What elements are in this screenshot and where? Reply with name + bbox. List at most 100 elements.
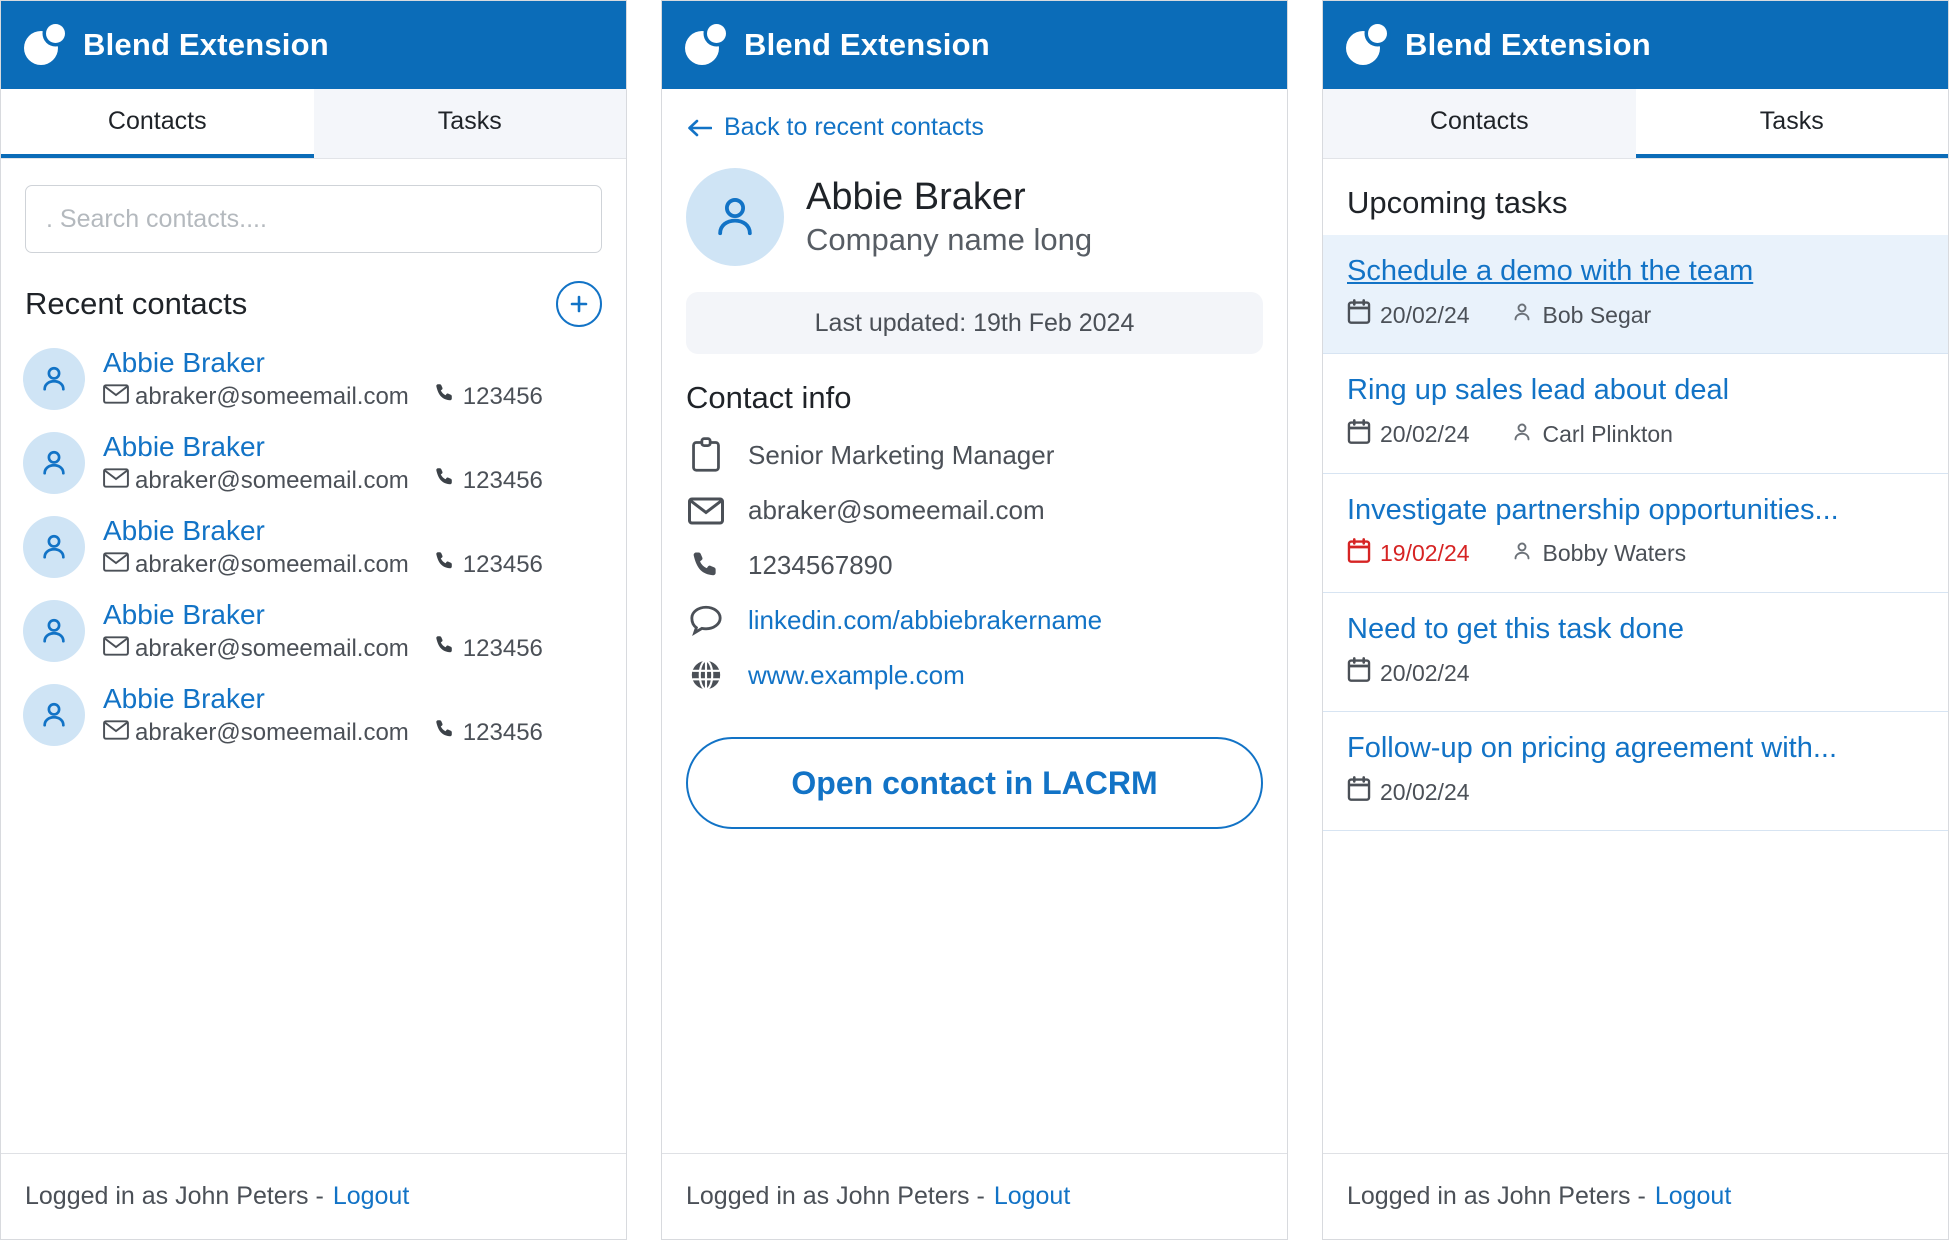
task-assignee-value: Bob Segar [1542,301,1652,328]
task-due-date: 20/02/24 [1347,776,1470,808]
contact-name[interactable]: Abbie Braker [103,514,543,547]
footer-contacts: Logged in as John Peters - Logout [1,1153,626,1239]
task-row[interactable]: Follow-up on pricing agreement with... 20… [1323,712,1948,832]
contact-info-value: linkedin.com/abbiebrakername [748,604,1103,635]
panel-contacts-list: Blend Extension Contacts Tasks Recent co… [0,0,627,1240]
search-container [1,159,626,257]
recent-contacts-title: Recent contacts [25,286,248,321]
last-updated-badge: Last updated: 19th Feb 2024 [686,292,1263,354]
task-row[interactable]: Investigate partnership opportunities...… [1323,474,1948,593]
tab-contacts-label: Contacts [107,107,207,135]
task-meta: 20/02/24 [1347,657,1924,689]
contact-row[interactable]: Abbie Braker abraker@someemail.com 123456 [23,421,604,505]
envelope-icon [103,635,129,663]
task-due-date: 20/02/24 [1347,299,1470,331]
app-title: Blend Extension [83,27,329,62]
tab-tasks[interactable]: Tasks [313,89,626,158]
tab-tasks[interactable]: Tasks [1635,89,1948,158]
logout-link[interactable]: Logout [333,1182,409,1211]
contact-row[interactable]: Abbie Braker abraker@someemail.com 123456 [23,589,604,673]
contact-contact-line: abraker@someemail.com 123456 [103,465,543,496]
contact-name: Abbie Braker [806,175,1026,218]
task-assignee-value: Carl Plinkton [1542,421,1673,447]
contact-info-row: 1234567890 [662,537,1287,593]
task-row[interactable]: Ring up sales lead about deal 20/02/24 Car… [1323,354,1948,474]
phone-icon [433,549,457,580]
contact-info-row: Senior Marketing Manager [662,426,1287,484]
contact-info-row[interactable]: www.example.com [662,647,1287,703]
contact-row[interactable]: Abbie Braker abraker@someemail.com 123456 [23,337,604,421]
search-input[interactable] [25,185,602,253]
avatar [23,684,85,747]
recent-contacts-header: Recent contacts [1,257,626,337]
contact-phone: 123456 [462,550,543,578]
globe-icon [686,658,726,692]
contact-info-row: abraker@someemail.com [662,484,1287,537]
contact-meta: Abbie Braker abraker@someemail.com 123456 [103,514,543,580]
logout-link[interactable]: Logout [1655,1182,1731,1211]
contacts-body: Recent contacts Abbie Brakerabraker@some… [1,159,626,1153]
contact-email: abraker@someemail.com [135,550,409,578]
clipboard-icon [686,437,726,473]
phone-icon [433,465,457,496]
contact-contact-line: abraker@someemail.com 123456 [103,717,543,748]
tab-contacts-label: Contacts [1429,107,1529,135]
contact-name[interactable]: Abbie Braker [103,430,543,463]
task-title-link[interactable]: Ring up sales lead about deal [1347,372,1729,408]
blend-logo-icon [23,23,67,67]
app-header: Blend Extension [1,1,626,89]
back-to-recent-contacts-link[interactable]: Back to recent contacts [662,89,1287,148]
avatar [23,432,85,495]
task-date-value: 20/02/24 [1380,659,1470,686]
task-row[interactable]: Schedule a demo with the team 20/02/24 Bob… [1323,235,1948,355]
blend-logo-icon [684,23,728,67]
app-header: Blend Extension [1323,1,1948,89]
task-row[interactable]: Need to get this task done 20/02/24 [1323,593,1948,712]
person-icon [1510,300,1534,330]
open-contact-in-lacrm-button[interactable]: Open contact in LACRM [686,737,1263,829]
panel-contact-detail: Blend Extension Back to recent contacts … [661,0,1288,1240]
envelope-icon [103,551,129,579]
contact-contact-line: abraker@someemail.com 123456 [103,633,543,664]
contact-name[interactable]: Abbie Braker [103,598,543,631]
task-meta: 20/02/24 Bob Segar [1347,299,1924,331]
task-title-link[interactable]: Follow-up on pricing agreement with... [1347,730,1837,766]
task-assignee-value: Bobby Waters [1542,540,1687,567]
calendar-icon [1347,776,1371,808]
contact-row[interactable]: Abbie Braker abraker@someemail.com 123456 [23,673,604,757]
tab-bar: Contacts Tasks [1323,89,1948,159]
avatar [23,348,85,411]
add-contact-button[interactable] [556,281,602,327]
logged-in-label: Logged in as John Peters - [686,1182,985,1210]
task-assignee: Carl Plinkton [1510,420,1673,450]
contact-name[interactable]: Abbie Braker [103,346,543,379]
contact-phone: 123456 [462,466,543,494]
footer-tasks: Logged in as John Peters - Logout [1323,1153,1948,1239]
task-title-link[interactable]: Schedule a demo with the team [1347,253,1753,289]
contact-info-row[interactable]: linkedin.com/abbiebrakername [662,593,1287,647]
task-title-link[interactable]: Investigate partnership opportunities... [1347,492,1839,528]
contact-info-list: Senior Marketing Manager abraker@someemai… [662,426,1287,703]
contact-row[interactable]: Abbie Braker abraker@someemail.com 123456 [23,505,604,589]
contact-email: abraker@someemail.com [135,718,409,746]
tab-contacts[interactable]: Contacts [1,89,314,158]
logout-link[interactable]: Logout [994,1182,1070,1211]
blend-logo-icon [1345,23,1389,67]
contact-meta: Abbie Braker abraker@someemail.com 123456 [103,598,543,664]
arrow-left-icon [688,119,712,136]
contact-name[interactable]: Abbie Braker [103,682,543,715]
task-title-link[interactable]: Need to get this task done [1347,611,1684,647]
envelope-icon [103,467,129,495]
contact-info-value: Senior Marketing Manager [748,439,1055,470]
tab-contacts[interactable]: Contacts [1323,89,1636,158]
tasks-list: Schedule a demo with the team 20/02/24 Bob… [1323,235,1948,832]
task-due-date: 20/02/24 [1347,418,1470,451]
open-contact-container: Open contact in LACRM [662,703,1287,829]
contact-contact-line: abraker@someemail.com 123456 [103,549,543,580]
person-icon [1510,420,1534,450]
detail-body: Back to recent contacts Abbie Braker Com… [662,89,1287,1153]
task-date-value: 20/02/24 [1380,778,1470,805]
tab-tasks-label: Tasks [1759,107,1824,135]
tasks-body: Upcoming tasks Schedule a demo with the … [1323,159,1948,1153]
screenshot-root: Blend Extension Contacts Tasks Recent co… [0,0,1955,1252]
